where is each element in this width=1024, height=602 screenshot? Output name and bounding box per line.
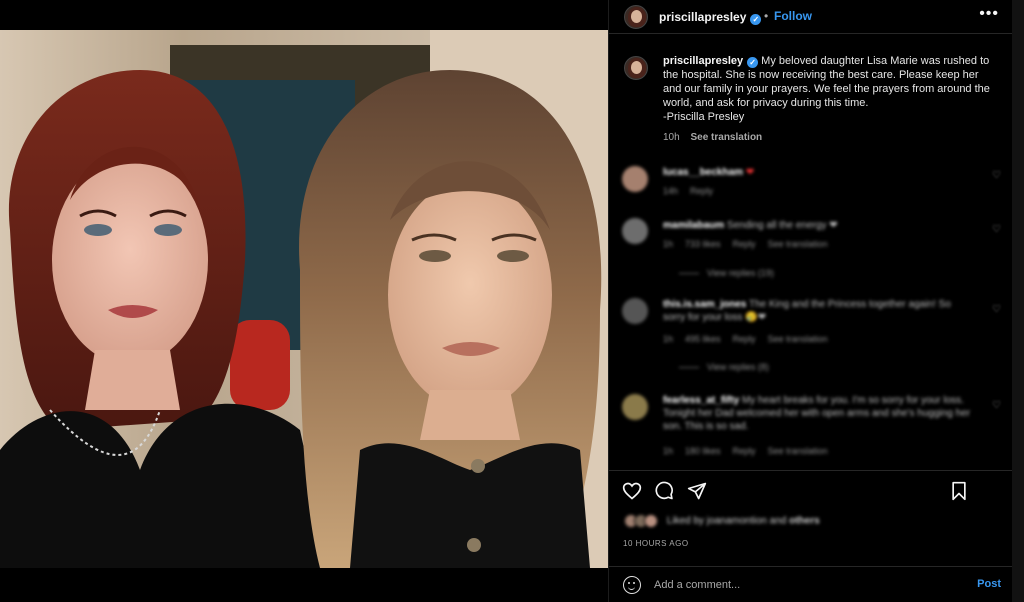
view-replies-link[interactable]: View replies (8) [679,362,769,372]
comment-bubble-icon[interactable] [654,481,674,506]
see-translation-link[interactable]: See translation [768,334,828,344]
commenter-avatar[interactable] [622,166,648,192]
reply-link[interactable]: Reply [733,446,756,456]
commenter-avatar[interactable] [622,298,648,324]
commenter-username[interactable]: this.is.sam_jones [663,299,746,310]
liker-avatar [644,514,658,528]
likes-others-link[interactable]: others [789,516,820,527]
see-translation-link[interactable]: See translation [768,239,828,249]
verified-badge-icon: ✓ [747,57,759,68]
window-scrollbar[interactable] [1012,0,1024,602]
caption-signature: -Priscilla Presley [663,111,745,123]
like-comment-icon[interactable]: ♡ [992,170,1001,181]
view-replies-link[interactable]: View replies (19) [679,268,774,278]
comment-text: lucas__beckham ❤ [663,166,973,179]
comment-meta: 14h Reply [663,186,725,196]
caption-meta: 10h See translation [663,132,762,143]
likes-text: Liked by joanamontion [666,515,767,527]
save-bookmark-icon[interactable] [949,481,969,506]
comment-text: this.is.sam_jones The King and the Princ… [663,298,973,324]
comment-meta: 1h 733 likes Reply See translation [663,239,828,249]
caption-time: 10h [663,132,680,143]
comment-text: fearless_at_fifty My heart breaks for yo… [663,394,973,433]
commenter-avatar[interactable] [622,218,648,244]
like-comment-icon[interactable]: ♡ [992,400,1001,411]
author-avatar[interactable] [624,5,648,29]
commenter-avatar[interactable] [622,394,648,420]
reply-link[interactable]: Reply [733,334,756,344]
emoji-smiley-icon[interactable] [623,576,641,594]
commenter-username[interactable]: lucas__beckham [663,167,743,178]
caption-avatar[interactable] [624,56,648,80]
like-heart-icon[interactable] [622,481,642,506]
caption-username[interactable]: priscillapresley ✓ [663,55,759,68]
comment-body: Sending all the energy ❤ [726,220,838,231]
likes-summary[interactable]: Liked by joanamontion and others [624,514,820,530]
post-timestamp: 10 HOURS AGO [623,539,689,548]
author-username[interactable]: priscillapresley ✓ [659,10,762,25]
separator-dot: • [764,9,769,23]
comment-meta: 1h 180 likes Reply See translation [663,446,828,456]
see-translation-link[interactable]: See translation [690,132,762,143]
more-options-icon[interactable]: ••• [979,5,999,23]
reply-link[interactable]: Reply [690,186,713,196]
caption-text: priscillapresley ✓ My beloved daughter Li… [663,54,993,124]
commenter-username[interactable]: mamilabaum [663,220,724,231]
post-actions-bar [609,470,1013,512]
add-comment-bar: Post [609,566,1013,602]
verified-badge-icon: ✓ [750,14,762,25]
see-translation-link[interactable]: See translation [768,446,828,456]
post-media-area [0,0,608,602]
like-comment-icon[interactable]: ♡ [992,224,1001,235]
follow-button[interactable]: Follow [774,9,812,23]
comment-text: mamilabaum Sending all the energy ❤ [663,219,973,232]
share-send-icon[interactable] [687,481,707,506]
reply-link[interactable]: Reply [733,239,756,249]
post-header: priscillapresley ✓ • Follow ••• [609,0,1013,34]
comment-body: ❤ [745,167,755,178]
like-comment-icon[interactable]: ♡ [992,304,1001,315]
add-comment-input[interactable] [654,575,954,595]
post-photo[interactable] [0,30,608,568]
likes-and: and [769,515,787,527]
comment-time: 14h [663,186,679,196]
comment-meta: 1h 495 likes Reply See translation [663,334,828,344]
post-comment-button[interactable]: Post [977,578,1001,590]
commenter-username[interactable]: fearless_at_fifty [663,395,739,406]
post-side-panel: priscillapresley ✓ • Follow ••• priscilla… [608,0,1013,602]
